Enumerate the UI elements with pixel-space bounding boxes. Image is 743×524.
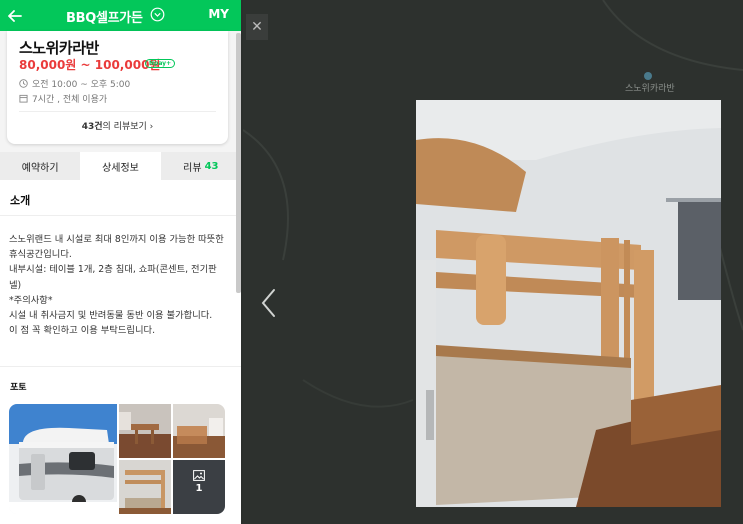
section-divider — [0, 366, 241, 367]
photo-caravan-exterior[interactable] — [9, 404, 117, 514]
intro-line: 이 점 꼭 확인하고 이용 부탁드립니다. — [9, 325, 156, 337]
chevron-down-circle-icon[interactable] — [150, 7, 165, 22]
intro-line: 스노위랜드 내 시설로 최대 8인까지 이용 가능한 따뜻한 휴식공간입니다. — [9, 234, 224, 261]
photo-viewer: 스노위카라반 ✕ — [243, 0, 743, 524]
details-content: 소개 스노위랜드 내 시설로 최대 8인까지 이용 가능한 따뜻한 휴식공간입니… — [0, 180, 241, 524]
section-divider — [0, 215, 241, 216]
tab-details[interactable]: 상세정보 — [80, 152, 161, 180]
close-viewer-button[interactable]: ✕ — [246, 14, 268, 40]
place-name: 스노위카라반 — [19, 39, 99, 57]
price-range: 80,000원 ~ 100,000원 — [19, 58, 161, 72]
npay-badge: Npay+ — [145, 59, 176, 68]
page-title[interactable]: BBQ셀프가든 — [66, 7, 143, 26]
my-button[interactable]: MY — [208, 7, 229, 21]
photo-bunk-bed[interactable] — [119, 460, 171, 514]
reviews-link[interactable]: 43건의 리뷰보기 › — [7, 119, 228, 132]
usage-row: 7시간 , 전체 이용가 — [19, 92, 107, 105]
usage-text: 7시간 , 전체 이용가 — [32, 95, 108, 105]
photo-more[interactable]: 1 — [173, 460, 225, 514]
detail-panel: BBQ셀프가든 MY 스노위카라반 80,000원 ~ 100,000원 Npa… — [0, 0, 241, 524]
intro-title: 소개 — [10, 194, 31, 207]
tab-reviews-count: 43 — [204, 160, 219, 172]
panel-scrollbar[interactable] — [236, 33, 241, 293]
intro-line: 내부시설: 테이블 1개, 2층 침대, 쇼파(콘센트, 전기판넬) — [9, 264, 217, 291]
reviews-count: 43건 — [81, 122, 103, 132]
tab-reviews-label: 리뷰 — [183, 162, 202, 174]
summary-card: 스노위카라반 80,000원 ~ 100,000원 Npay+ 오전 10:00… — [7, 31, 228, 144]
photo-grid: 1 — [9, 404, 225, 514]
hours-row: 오전 10:00 ~ 오후 5:00 — [19, 77, 130, 90]
arrow-left-icon — [8, 9, 22, 22]
photo-interior-sofa[interactable] — [173, 404, 225, 458]
clock-icon — [19, 79, 28, 88]
tab-booking[interactable]: 예약하기 — [0, 152, 80, 180]
more-photos: 1 — [173, 470, 225, 494]
image-icon — [193, 470, 205, 481]
calendar-icon — [19, 94, 28, 103]
more-photos-count: 1 — [195, 483, 203, 494]
intro-line: *주의사항* — [9, 294, 53, 306]
reviews-suffix: 의 리뷰보기 › — [102, 122, 154, 132]
intro-line: 시설 내 취사금지 및 반려동물 동반 이용 불가합니다. — [9, 310, 213, 322]
card-divider — [19, 111, 216, 112]
photos-title: 포토 — [10, 383, 27, 393]
main-photo-bunk-bed[interactable] — [416, 100, 721, 507]
hours-text: 오전 10:00 ~ 오후 5:00 — [32, 80, 131, 90]
intro-description: 스노위랜드 내 시설로 최대 8인까지 이용 가능한 따뜻한 휴식공간입니다. … — [9, 232, 227, 338]
back-button[interactable] — [0, 0, 30, 31]
photo-interior-table[interactable] — [119, 404, 171, 458]
tab-bar: 예약하기 상세정보 리뷰 43 — [0, 152, 241, 180]
top-bar: BBQ셀프가든 MY — [0, 0, 241, 31]
chevron-left-icon[interactable] — [259, 288, 279, 318]
tab-reviews[interactable]: 리뷰 43 — [161, 152, 241, 180]
tab-details-label: 상세정보 — [102, 162, 139, 174]
tab-booking-label: 예약하기 — [21, 162, 59, 174]
map-place-label: 스노위카라반 — [625, 84, 675, 94]
close-icon: ✕ — [251, 19, 263, 35]
